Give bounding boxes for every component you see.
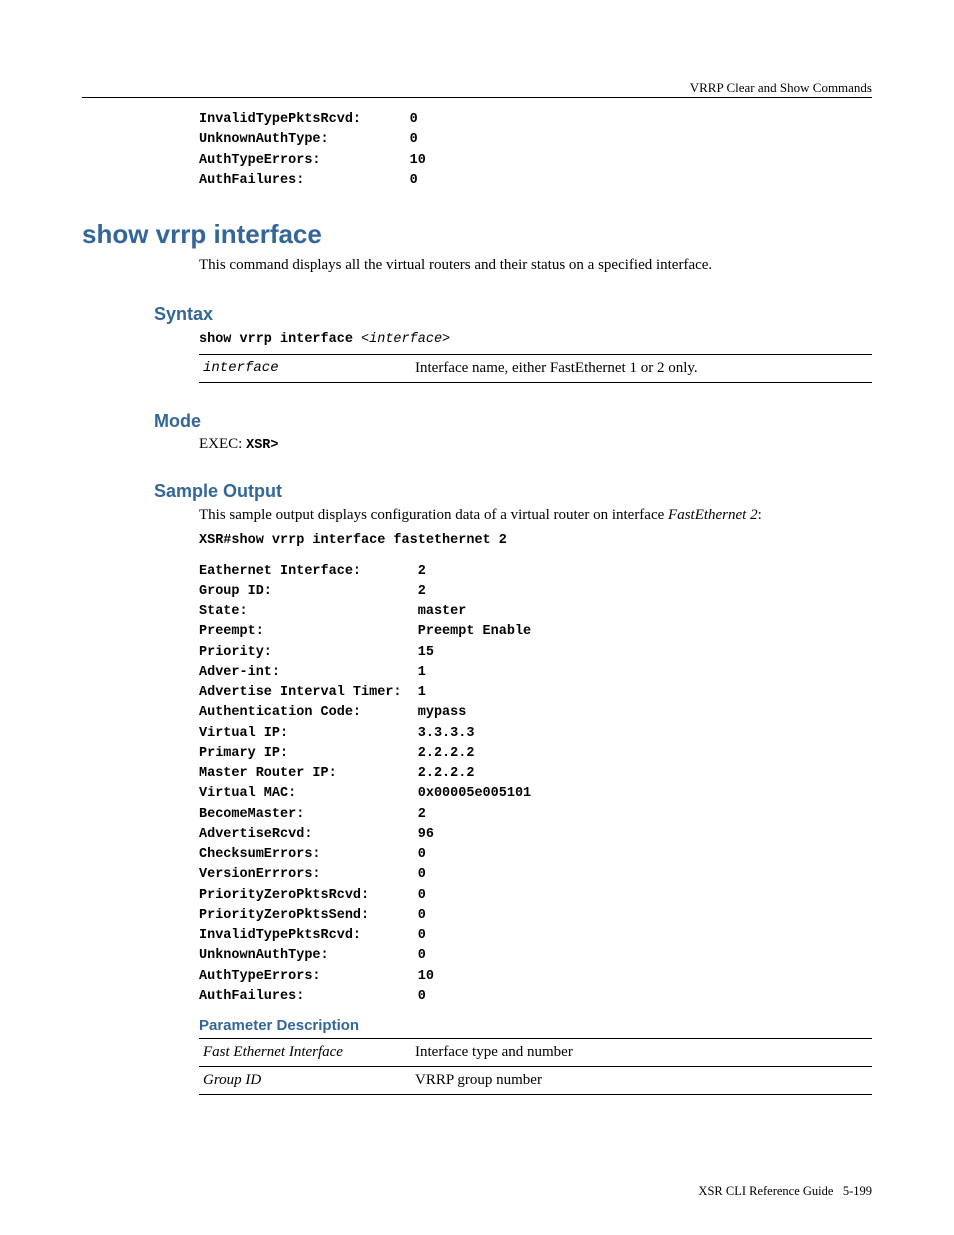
param-name: Fast Ethernet Interface bbox=[199, 1039, 411, 1067]
header-rule bbox=[82, 97, 872, 98]
param-desc-heading: Parameter Description bbox=[199, 1017, 872, 1034]
table-row: interfaceInterface name, either FastEthe… bbox=[199, 354, 872, 382]
sample-intro: This sample output displays configuratio… bbox=[199, 506, 872, 526]
syntax-heading: Syntax bbox=[154, 304, 872, 325]
syntax-line: show vrrp interface <interface> bbox=[199, 329, 872, 350]
sample-intro-pre: This sample output displays configuratio… bbox=[199, 507, 668, 523]
syntax-command: show vrrp interface bbox=[199, 332, 361, 347]
command-desc: This command displays all the virtual ro… bbox=[199, 256, 872, 276]
page: VRRP Clear and Show Commands InvalidType… bbox=[0, 0, 954, 1235]
sample-intro-em: FastEthernet 2 bbox=[668, 507, 758, 523]
footer: XSR CLI Reference Guide 5-199 bbox=[698, 1184, 872, 1199]
footer-book: XSR CLI Reference Guide bbox=[698, 1184, 833, 1198]
footer-page: 5-199 bbox=[843, 1184, 872, 1198]
mode-prefix: EXEC: bbox=[199, 436, 246, 452]
prev-output-block: InvalidTypePktsRcvd: 0 UnknownAuthType: … bbox=[199, 110, 872, 191]
param-desc: VRRP group number bbox=[411, 1067, 872, 1095]
sample-heading: Sample Output bbox=[154, 481, 872, 502]
syntax-table: interfaceInterface name, either FastEthe… bbox=[199, 354, 872, 383]
sample-output-block: Eathernet Interface: 2 Group ID: 2 State… bbox=[199, 562, 872, 1008]
param-desc-table: Fast Ethernet InterfaceInterface type an… bbox=[199, 1038, 872, 1095]
syntax-arg: <interface> bbox=[361, 332, 450, 347]
sample-cmdline: XSR#show vrrp interface fastethernet 2 bbox=[199, 531, 872, 551]
param-name: interface bbox=[199, 354, 411, 382]
table-row: Fast Ethernet InterfaceInterface type an… bbox=[199, 1039, 872, 1067]
param-name: Group ID bbox=[199, 1067, 411, 1095]
mode-value: XSR> bbox=[246, 438, 278, 453]
sample-intro-post: : bbox=[758, 507, 762, 523]
param-desc: Interface name, either FastEthernet 1 or… bbox=[411, 354, 872, 382]
command-title: show vrrp interface bbox=[82, 219, 872, 250]
header-section: VRRP Clear and Show Commands bbox=[82, 80, 872, 96]
mode-line: EXEC: XSR> bbox=[199, 436, 872, 453]
param-desc: Interface type and number bbox=[411, 1039, 872, 1067]
mode-heading: Mode bbox=[154, 411, 872, 432]
table-row: Group IDVRRP group number bbox=[199, 1067, 872, 1095]
